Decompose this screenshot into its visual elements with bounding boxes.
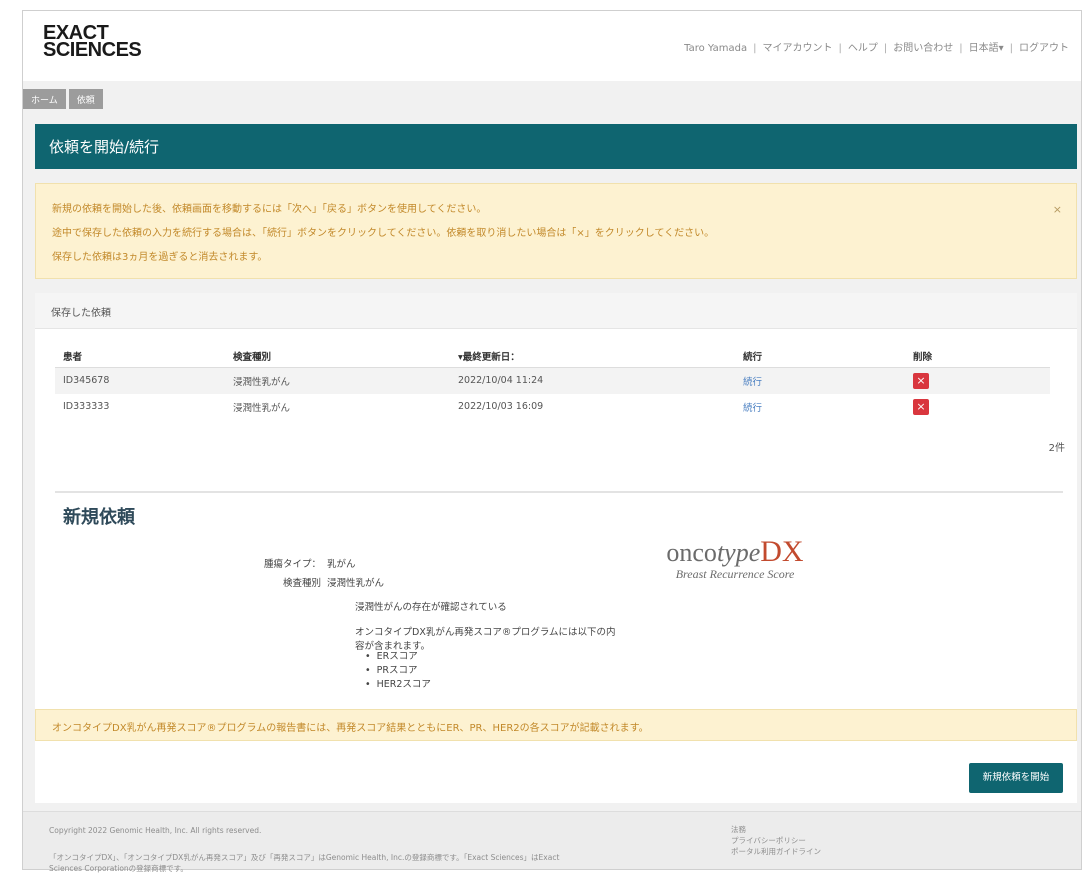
app-frame: EXACT SCIENCES Taro Yamada | マイアカウント | ヘルプ | お… (22, 10, 1082, 873)
notice-line-1: 新規の依頼を開始した後、依頼画面を移動するには「次へ」「戻る」ボタンを使用してく… (52, 204, 487, 215)
table-row: ID333333 浸潤性乳がん 2022/10/03 16:09 続行 × (55, 394, 1050, 420)
nav-separator: | (1009, 43, 1013, 54)
notice-line-2: 途中で保存した依頼の入力を続行する場合は、「続行」ボタンをクリックしてください。… (52, 228, 715, 239)
cell-delete: × (905, 394, 1050, 420)
nav-language-dropdown[interactable]: 日本語▾ (969, 43, 1004, 54)
footer-link-guidelines[interactable]: ポータル利用ガイドライン (731, 846, 821, 857)
saved-requests-panel: 保存した依頼 患者 検査種別 ▾最終更新日： 続行 削除 ID345678 浸潤… (35, 293, 1077, 463)
section-divider (55, 491, 1063, 493)
logo-onco: onco (666, 538, 717, 567)
trademark-text: 「オンコタイプDX」、「オンコタイプDX乳がん再発スコア」及び「再発スコア」はG… (49, 852, 669, 874)
exact-sciences-logo[interactable]: EXACT SCIENCES (43, 23, 142, 61)
cell-last-updated: 2022/10/03 16:09 (458, 401, 544, 412)
resume-link[interactable]: 続行 (743, 403, 762, 414)
logo-subtitle: Breast Recurrence Score (675, 567, 795, 581)
delete-icon[interactable]: × (913, 372, 929, 389)
logo-line-2: SCIENCES (43, 39, 142, 61)
footer: Copyright 2022 Genomic Health, Inc. All … (23, 811, 1081, 873)
cell-patient: ID333333 (63, 401, 110, 412)
tumor-type-label: 腫瘍タイプ： (263, 559, 321, 570)
cell-resume: 続行 (735, 394, 905, 420)
cell-resume: 続行 (735, 367, 905, 394)
breadcrumb-requests[interactable]: 依頼 (68, 89, 103, 109)
cell-test-type: 浸潤性乳がん (233, 402, 291, 414)
new-request-panel: 新規依頼 腫瘍タイプ： 乳がん 検査種別 浸潤性乳がん 浸潤性がんの存在が確認さ… (35, 463, 1077, 803)
delete-icon[interactable]: × (913, 398, 929, 415)
nav-help[interactable]: ヘルプ (848, 43, 878, 54)
score-list: ERスコア PRスコア HER2スコア (365, 650, 431, 692)
nav-separator: | (753, 43, 757, 54)
resume-link[interactable]: 続行 (743, 377, 762, 388)
nav-separator: | (883, 43, 888, 54)
top-bar: EXACT SCIENCES Taro Yamada | マイアカウント | ヘルプ | お… (23, 11, 1081, 81)
close-icon[interactable]: × (1053, 198, 1062, 222)
column-header-test-type[interactable]: 検査種別 (225, 345, 450, 368)
info-notice: 新規の依頼を開始した後、依頼画面を移動するには「次へ」「戻る」ボタンを使用してく… (35, 183, 1077, 279)
logo-type: type (716, 538, 761, 567)
page-title: 依頼を開始/続行 (35, 124, 1077, 169)
copyright-text: Copyright 2022 Genomic Health, Inc. All … (49, 826, 262, 835)
oncotype-dx-logo: oncotypeDX Breast Recurrence Score (645, 535, 825, 582)
result-count: 2件 (1048, 443, 1065, 454)
footer-link-legal[interactable]: 法務 (731, 824, 821, 835)
cell-test-type: 浸潤性乳がん (225, 367, 450, 394)
column-header-patient[interactable]: 患者 (55, 345, 225, 368)
test-type-value: 浸潤性乳がん (327, 578, 385, 589)
footer-link-privacy[interactable]: プライバシーポリシー (731, 835, 821, 846)
cell-delete: × (905, 367, 1050, 394)
trademark-line-1: 「オンコタイプDX」、「オンコタイプDX乳がん再発スコア」及び「再発スコア」はG… (49, 853, 560, 862)
breadcrumb-home[interactable]: ホーム (23, 89, 66, 109)
column-header-resume: 続行 (735, 345, 905, 368)
test-type-label: 検査種別 (282, 578, 321, 589)
start-new-request-button[interactable]: 新規依頼を開始 (969, 763, 1063, 793)
nav-separator: | (959, 43, 963, 54)
list-item: ERスコア (365, 650, 431, 664)
nav-user-name[interactable]: Taro Yamada (684, 43, 747, 54)
footer-links: 法務 プライバシーポリシー ポータル利用ガイドライン (731, 824, 821, 857)
column-header-delete: 削除 (905, 345, 1050, 368)
report-notice: オンコタイプDX乳がん再発スコア®プログラムの報告書には、再発スコア結果とともに… (35, 709, 1077, 741)
nav-separator: | (838, 43, 842, 54)
list-item: PRスコア (365, 664, 431, 678)
top-nav: Taro Yamada | マイアカウント | ヘルプ | お問い合わせ | 日本語▾ | ログアウ… (684, 39, 1069, 54)
trademark-line-2: Sciences Corporationの登録商標です。 (49, 864, 188, 873)
saved-requests-heading: 保存した依頼 (35, 293, 1077, 329)
new-request-title: 新規依頼 (63, 507, 135, 528)
nav-contact[interactable]: お問い合わせ (893, 43, 953, 54)
list-item: HER2スコア (365, 678, 431, 692)
program-text-line-1: オンコタイプDX乳がん再発スコア®プログラムには以下の内 (355, 627, 616, 638)
table-header-row: 患者 検査種別 ▾最終更新日： 続行 削除 (55, 345, 1050, 368)
confirm-text: 浸潤性がんの存在が確認されている (355, 602, 507, 613)
table-row: ID345678 浸潤性乳がん 2022/10/04 11:24 続行 × (55, 367, 1050, 394)
nav-my-account[interactable]: マイアカウント (762, 43, 832, 54)
notice-line-3: 保存した依頼は3ヵ月を過ぎると消去されます。 (52, 252, 268, 263)
logo-dx: DX (760, 535, 804, 568)
saved-requests-table: 患者 検査種別 ▾最終更新日： 続行 削除 ID345678 浸潤性乳がん 20… (55, 345, 1050, 420)
cell-last-updated: 2022/10/04 11:24 (450, 367, 735, 394)
cell-patient: ID345678 (55, 367, 225, 394)
tumor-type-value: 乳がん (327, 559, 356, 570)
logo-wordmark: oncotypeDX (645, 535, 825, 569)
breadcrumb: ホーム 依頼 (23, 89, 103, 109)
nav-logout[interactable]: ログアウト (1019, 43, 1069, 54)
column-header-last-updated[interactable]: ▾最終更新日： (450, 345, 735, 368)
